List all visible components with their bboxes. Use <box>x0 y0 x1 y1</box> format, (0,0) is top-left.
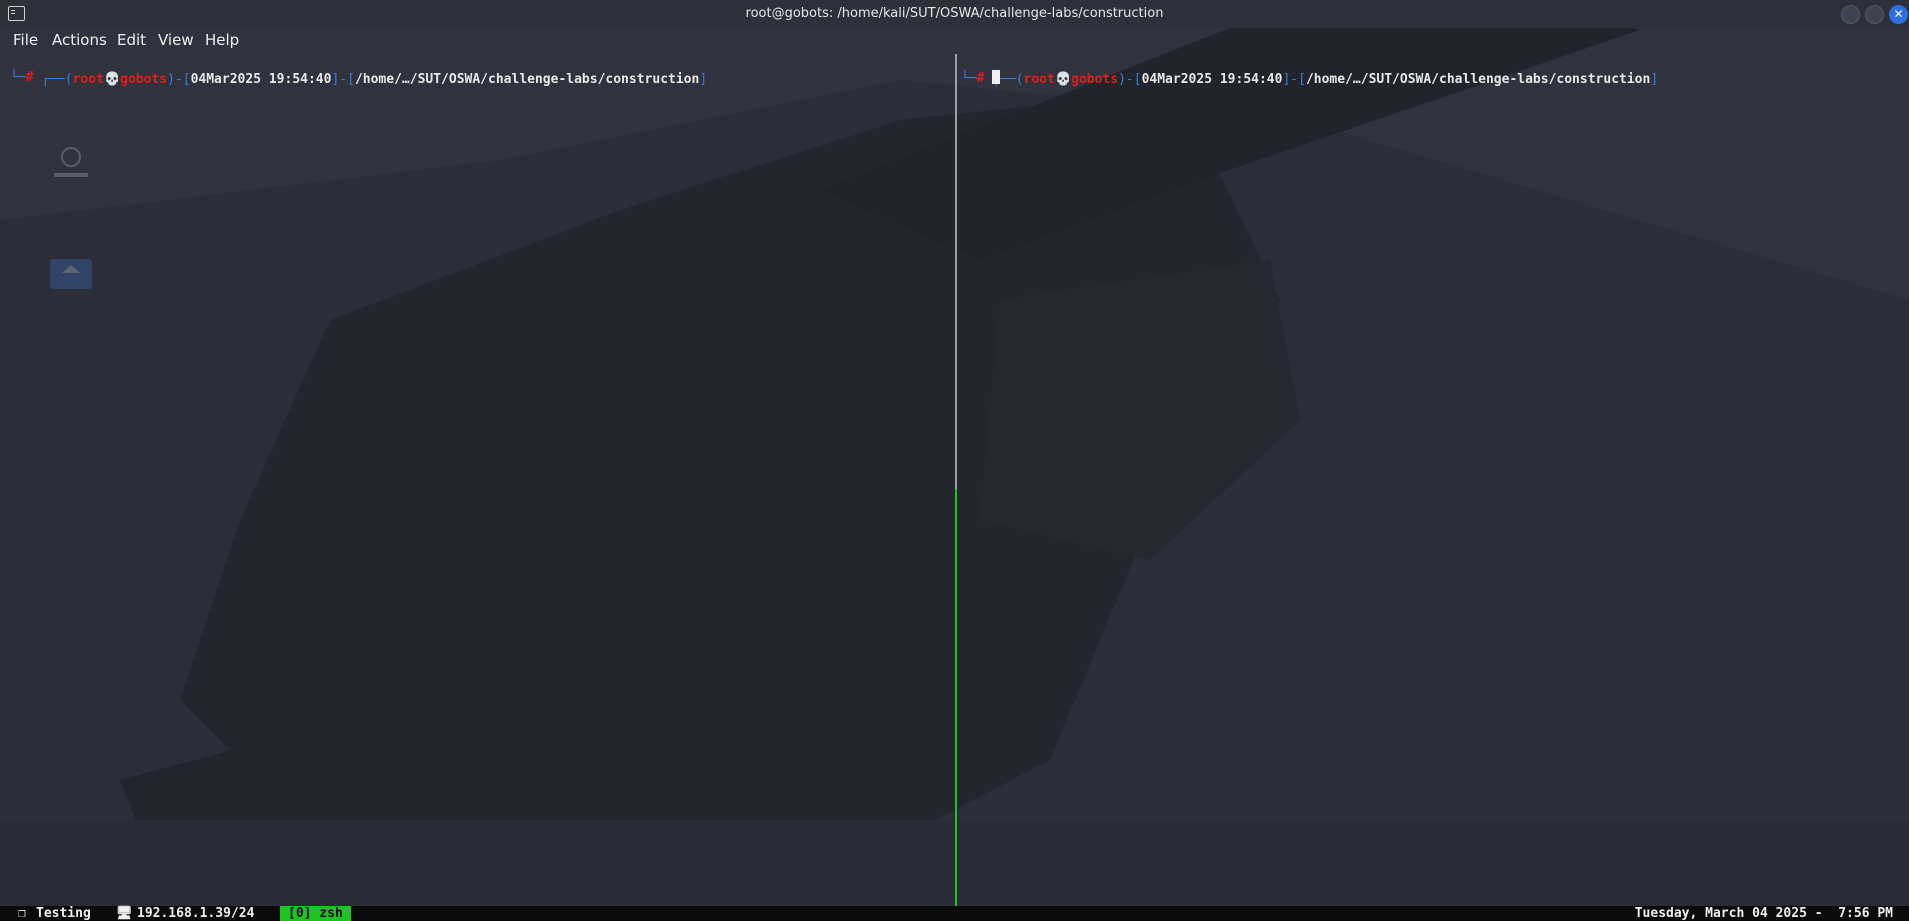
close-icon: ✕ <box>1893 7 1904 21</box>
menu-file[interactable]: File <box>13 31 38 49</box>
maximize-button[interactable] <box>1865 5 1884 24</box>
menu-view[interactable]: View <box>158 31 194 49</box>
status-clock: Tuesday, March 04 2025 - 7:56 PM <box>1634 906 1893 921</box>
skull-icon: 💀 <box>103 72 121 87</box>
terminal-pane-left[interactable]: ┌──(root💀gobots)-[04Mar2025 19:54:40]-[/… <box>0 54 955 906</box>
monitor-icon: 🖥 <box>116 906 133 921</box>
text-cursor <box>992 70 1001 84</box>
tmux-status-bar: ❐ Testing 🖥 192.168.1.39/24 [0] zsh Tues… <box>0 906 1909 921</box>
shell-prompt: ┌──(root💀gobots)-[04Mar2025 19:54:40]-[/… <box>10 70 708 87</box>
window-title: root@gobots: /home/kali/SUT/OSWA/challen… <box>745 6 1164 21</box>
menu-bar: File Actions Edit View Help <box>0 28 1909 52</box>
session-icon: ❐ <box>18 906 26 921</box>
close-button[interactable]: ✕ <box>1889 5 1908 24</box>
skull-icon: 💀 <box>1054 72 1072 87</box>
ip-address: 192.168.1.39/24 <box>137 906 255 921</box>
pane-divider-active[interactable] <box>955 489 957 906</box>
pane-divider[interactable] <box>955 54 957 489</box>
session-name: Testing <box>36 906 91 921</box>
minimize-button[interactable] <box>1841 5 1860 24</box>
menu-actions[interactable]: Actions <box>52 31 107 49</box>
window-tab-zsh[interactable]: [0] zsh <box>280 906 351 921</box>
title-bar: root@gobots: /home/kali/SUT/OSWA/challen… <box>0 0 1909 28</box>
menu-edit[interactable]: Edit <box>117 31 146 49</box>
terminal-pane-right[interactable]: ┌──(root💀gobots)-[04Mar2025 19:54:40]-[/… <box>958 54 1909 906</box>
menu-help[interactable]: Help <box>205 31 239 49</box>
shell-prompt: ┌──(root💀gobots)-[04Mar2025 19:54:40]-[/… <box>961 70 1659 87</box>
